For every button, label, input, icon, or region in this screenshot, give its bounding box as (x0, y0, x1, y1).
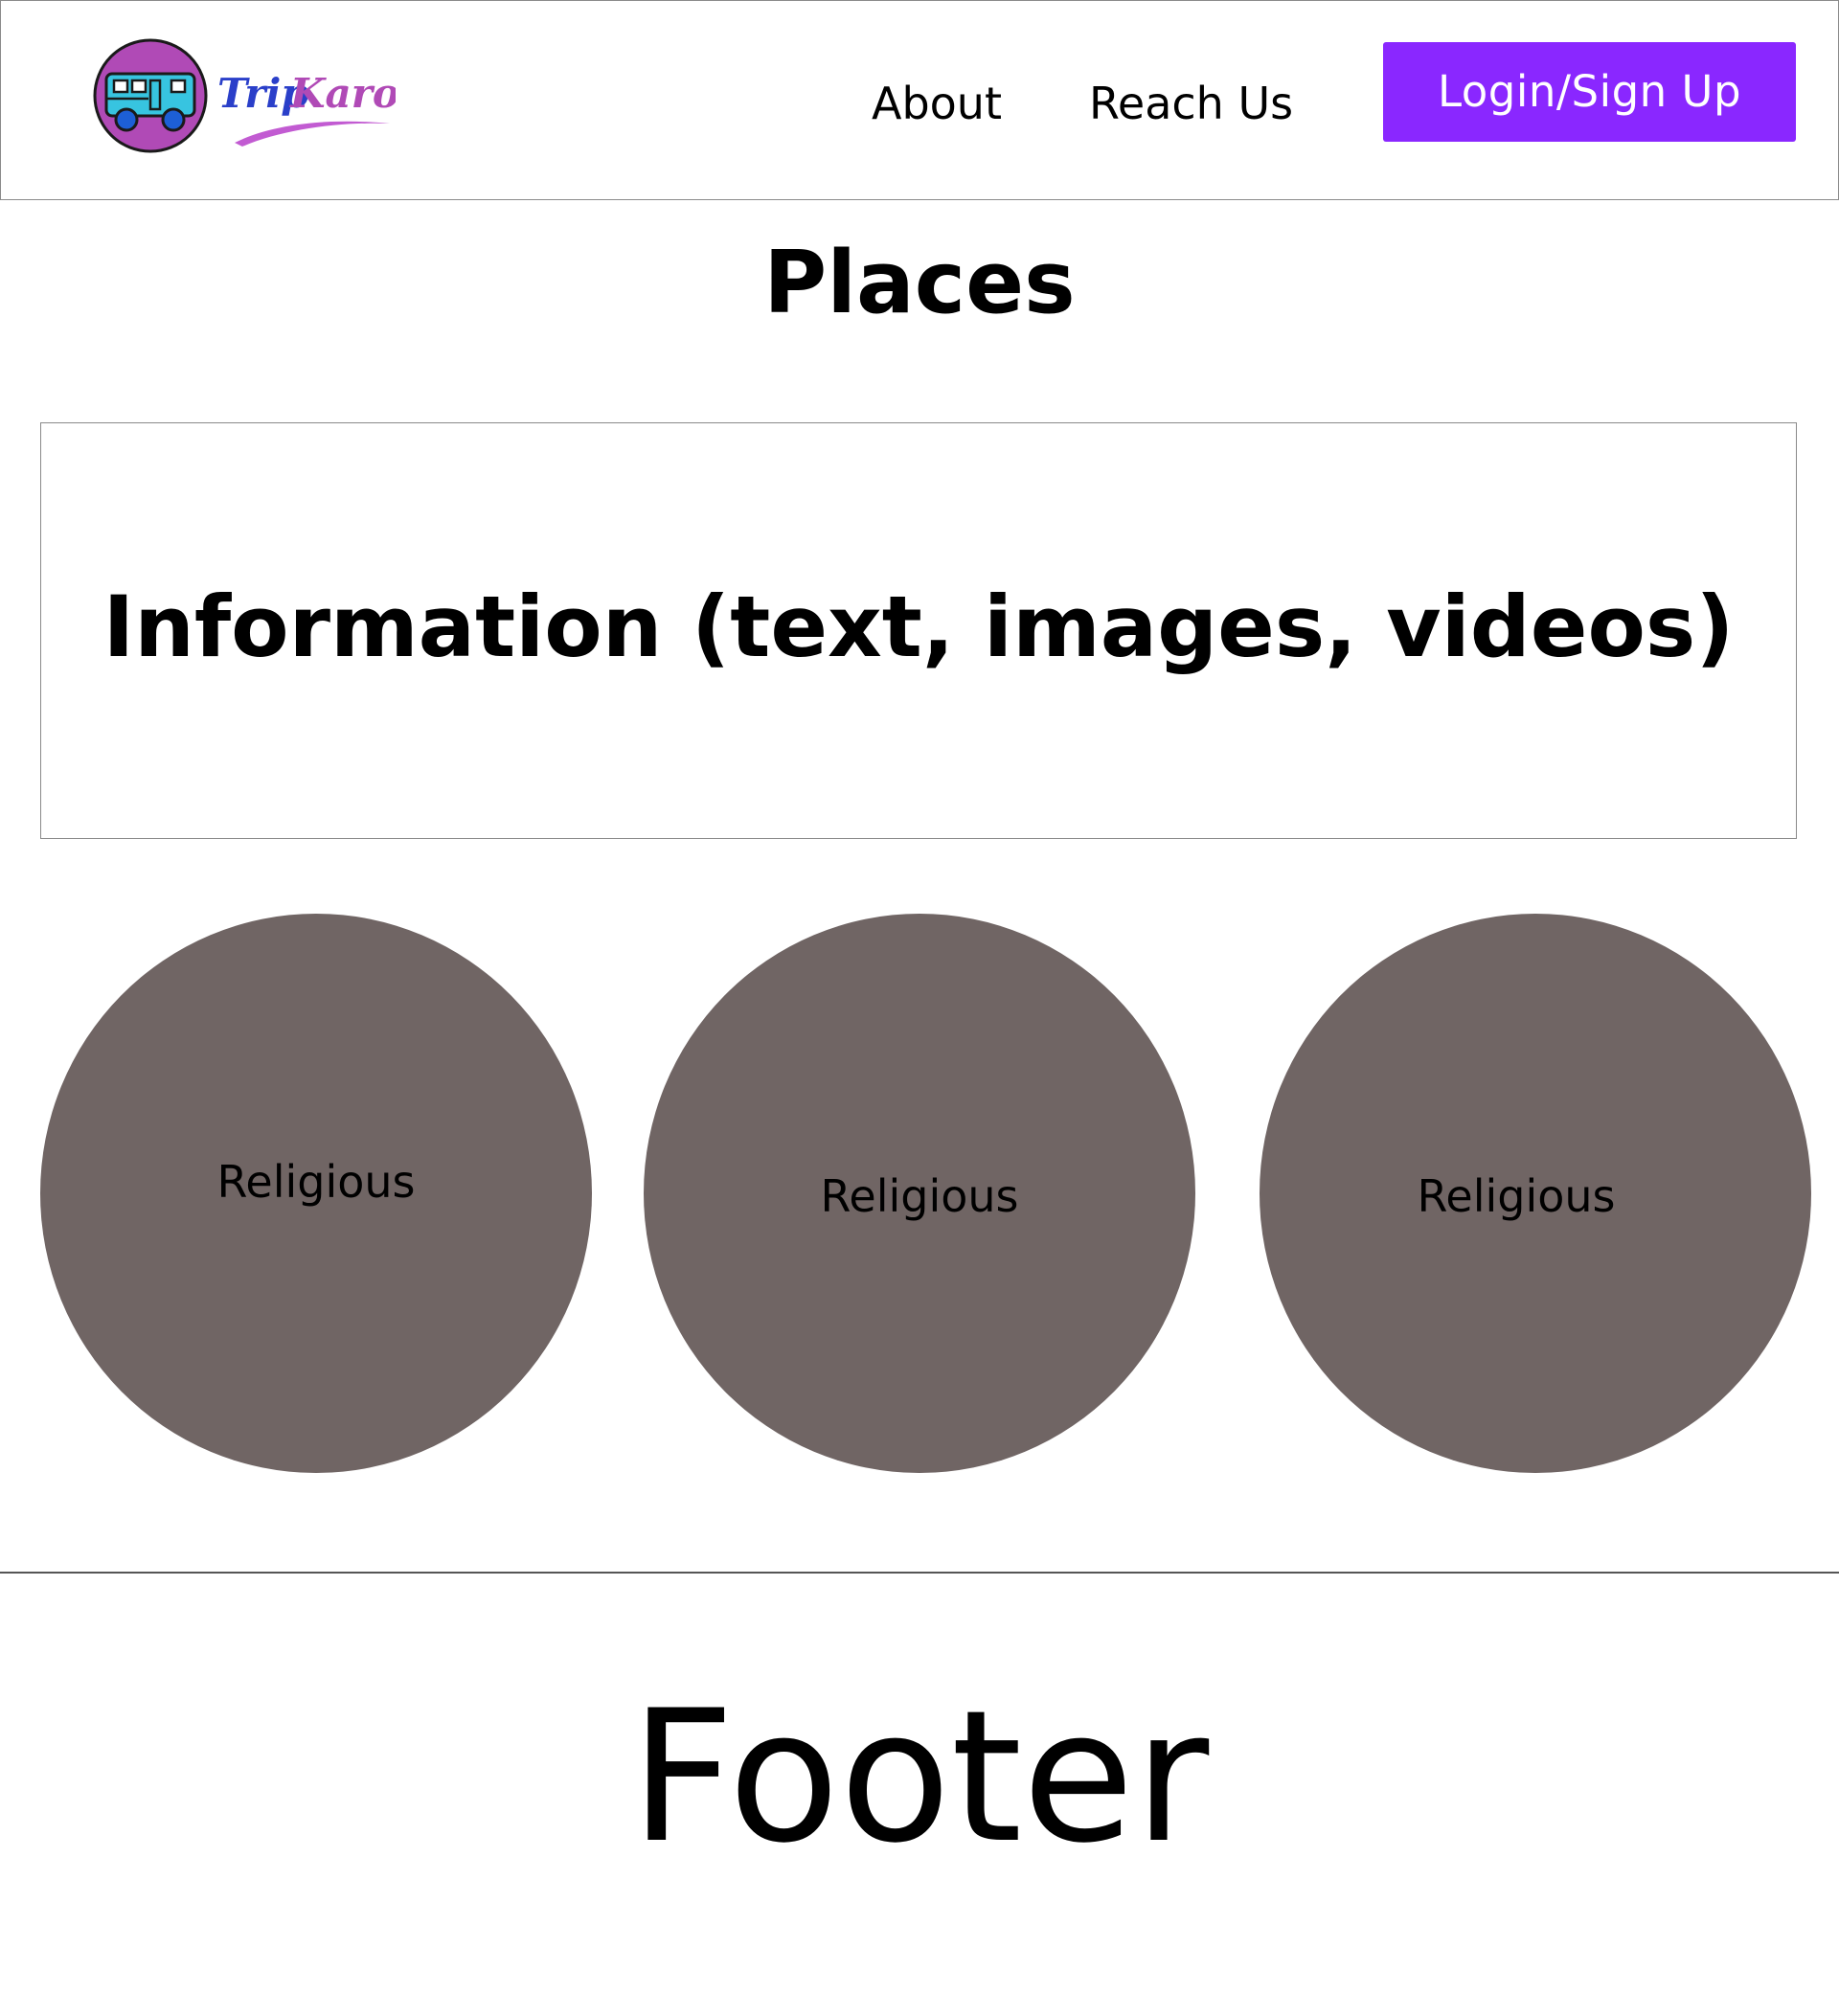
footer: Footer (629, 1671, 1210, 1883)
page-title: Places (763, 233, 1076, 333)
site-header: Trip Karo About Reach Us Login/Sign Up (0, 0, 1839, 200)
category-label: Religious (1417, 1170, 1616, 1222)
information-text: Information (text, images, videos) (102, 578, 1735, 676)
information-panel: Information (text, images, videos) (40, 422, 1797, 839)
category-circle-3[interactable]: Religious (1260, 914, 1811, 1473)
svg-text:Karo: Karo (289, 70, 396, 117)
footer-divider (0, 1572, 1839, 1574)
category-circle-1[interactable]: Religious (40, 914, 592, 1473)
category-circle-2[interactable]: Religious (644, 914, 1195, 1473)
category-label: Religious (216, 1156, 416, 1208)
brand-logo[interactable]: Trip Karo (91, 35, 396, 158)
nav-link-reach-us[interactable]: Reach Us (1089, 70, 1293, 137)
nav-link-about[interactable]: About (872, 70, 1002, 137)
login-signup-button[interactable]: Login/Sign Up (1383, 42, 1796, 142)
category-label: Religious (820, 1170, 1019, 1222)
bus-logo-icon: Trip Karo (93, 38, 396, 153)
